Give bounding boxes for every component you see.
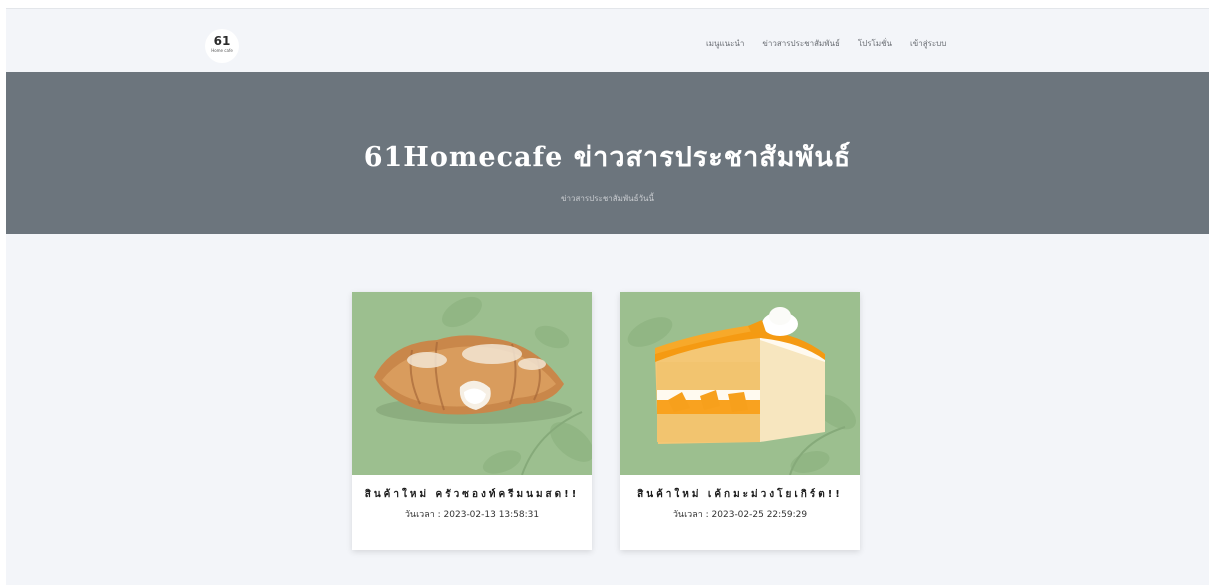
nav-links: เมนูแนะนำ ข่าวสารประชาสัมพันธ์ โปรโมชั่น… bbox=[706, 37, 946, 50]
page-subtitle: ข่าวสารประชาสัมพันธ์วันนี้ bbox=[561, 194, 654, 203]
nav-link-recommended-menu[interactable]: เมนูแนะนำ bbox=[706, 37, 744, 50]
page-title: 61Homecafe ข่าวสารประชาสัมพันธ์ bbox=[363, 142, 852, 173]
mango-cake-image[interactable] bbox=[620, 292, 860, 475]
croissant-image[interactable] bbox=[352, 292, 592, 475]
nav-link-news[interactable]: ข่าวสารประชาสัมพันธ์ bbox=[762, 37, 840, 50]
news-title: สินค้าใหม่ ครัวซองท์ครีมนมสด!! bbox=[364, 489, 580, 500]
croissant-illustration bbox=[374, 296, 592, 475]
news-card[interactable]: สินค้าใหม่ เค้กมะม่วงโยเกิร์ต!! วันเวลา … bbox=[620, 292, 860, 550]
brand-subtitle: Home cafe bbox=[211, 48, 233, 53]
page: 61 Home cafe เมนูแนะนำ ข่าวสารประชาสัมพั… bbox=[6, 8, 1209, 585]
news-date: วันเวลา : 2023-02-13 13:58:31 bbox=[404, 510, 540, 520]
hero-banner: 61Homecafe ข่าวสารประชาสัมพันธ์ ข่าวสารป… bbox=[6, 72, 1209, 234]
news-title: สินค้าใหม่ เค้กมะม่วงโยเกิร์ต!! bbox=[637, 489, 843, 500]
news-card[interactable]: สินค้าใหม่ ครัวซองท์ครีมนมสด!! วันเวลา :… bbox=[352, 292, 592, 550]
mango-cake-illustration bbox=[627, 307, 857, 475]
brand-logo[interactable]: 61 Home cafe bbox=[205, 29, 239, 63]
nav-link-promotion[interactable]: โปรโมชั่น bbox=[858, 37, 892, 50]
brand-number: 61 bbox=[213, 34, 231, 48]
navbar: 61 Home cafe เมนูแนะนำ ข่าวสารประชาสัมพั… bbox=[6, 9, 1209, 72]
nav-link-login[interactable]: เข้าสู่ระบบ bbox=[910, 37, 946, 50]
news-date: วันเวลา : 2023-02-25 22:59:29 bbox=[672, 510, 808, 520]
